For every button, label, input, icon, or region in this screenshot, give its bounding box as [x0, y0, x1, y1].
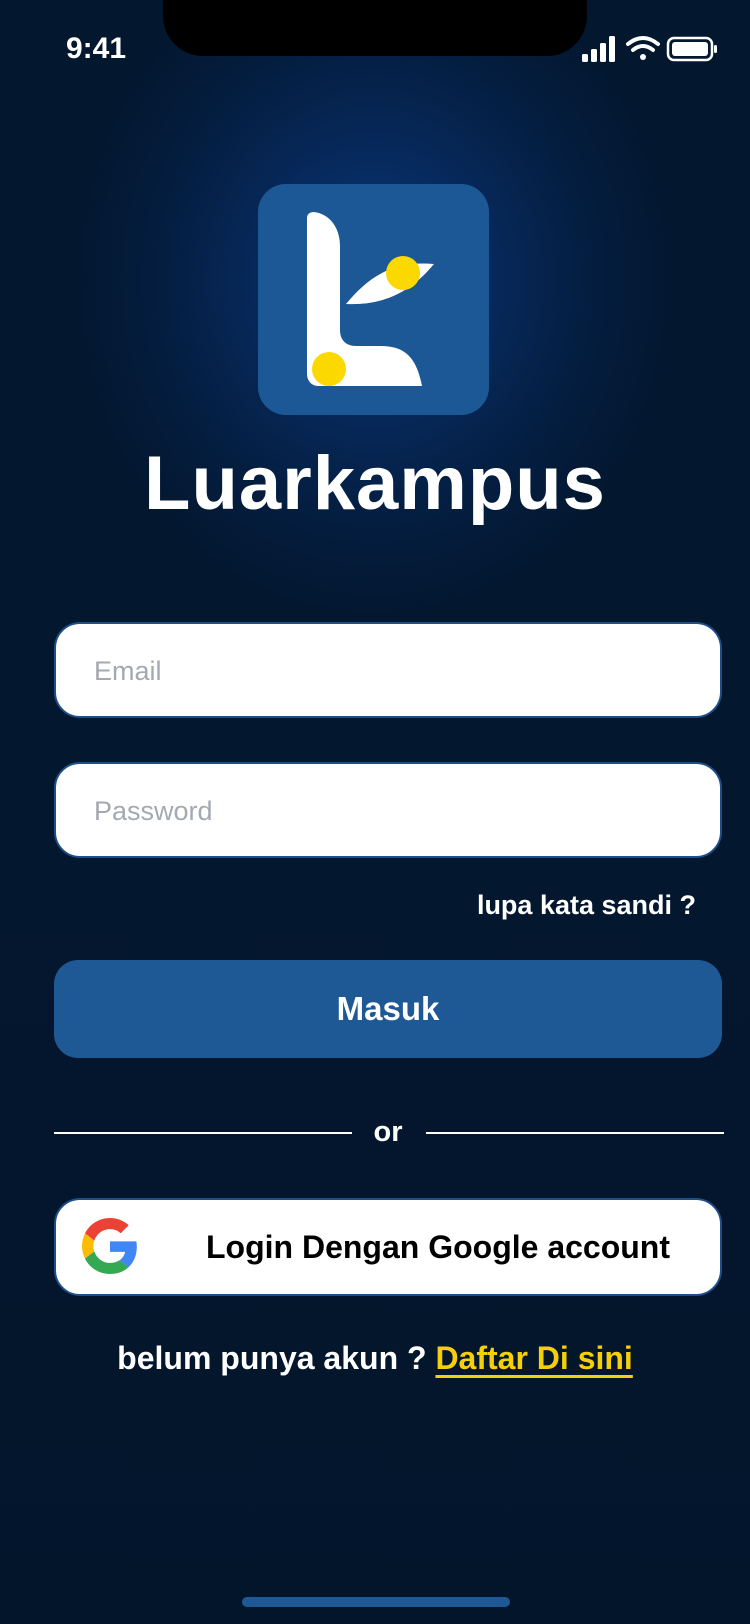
- app-name: Luarkampus: [144, 441, 606, 526]
- login-screen: 9:41 Luarkampus lu: [0, 0, 750, 1624]
- status-time: 9:41: [66, 32, 127, 65]
- google-login-label: Login Dengan Google account: [206, 1228, 670, 1265]
- google-icon: [82, 1218, 137, 1274]
- device-notch: [163, 0, 587, 56]
- app-logo: [258, 184, 489, 415]
- signup-prompt-text: belum punya akun ?: [117, 1340, 427, 1376]
- email-input[interactable]: [92, 624, 696, 718]
- forgot-password-link[interactable]: lupa kata sandi ?: [477, 890, 696, 921]
- signal-icon: [582, 36, 615, 62]
- password-input[interactable]: [92, 764, 696, 858]
- email-field-box[interactable]: [54, 622, 722, 718]
- password-field-box[interactable]: [54, 762, 722, 858]
- signup-prompt: belum punya akun ? Daftar Di sini: [0, 1340, 750, 1377]
- login-button[interactable]: Masuk: [54, 960, 722, 1058]
- divider-line-left: [54, 1132, 352, 1134]
- home-indicator[interactable]: [242, 1597, 510, 1607]
- google-login-button[interactable]: Login Dengan Google account: [54, 1198, 722, 1296]
- status-icons: [582, 36, 717, 62]
- signup-link[interactable]: Daftar Di sini: [435, 1340, 632, 1376]
- wifi-icon: [626, 36, 660, 60]
- battery-icon: [666, 36, 717, 62]
- divider-or: or: [373, 1116, 403, 1148]
- luarkampus-logo-icon: [307, 212, 434, 386]
- divider-line-right: [426, 1132, 724, 1134]
